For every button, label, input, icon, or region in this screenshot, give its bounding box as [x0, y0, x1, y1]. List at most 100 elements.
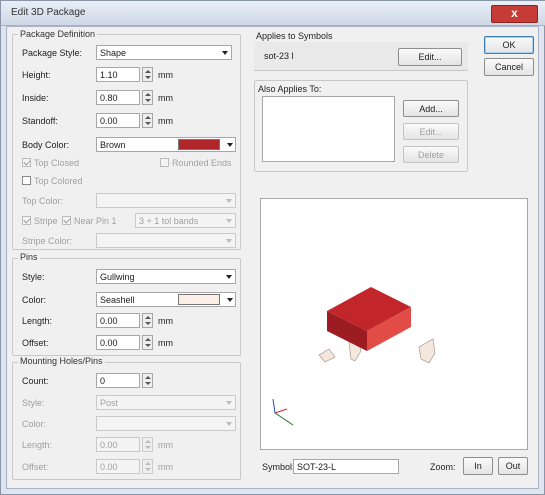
pin-lead-2 — [318, 348, 336, 363]
applies-to-label: Applies to Symbols — [256, 31, 333, 41]
mount-length-unit: mm — [158, 440, 173, 450]
symbol-label: Symbol: — [262, 462, 295, 472]
mount-offset-unit: mm — [158, 462, 173, 472]
mount-color-label: Color: — [22, 419, 47, 429]
package-3d-render — [272, 287, 436, 426]
top-color-label: Top Color: — [22, 196, 64, 206]
pin-length-spinner-icon[interactable] — [142, 313, 153, 328]
chevron-down-icon — [226, 219, 232, 223]
pin-style-select[interactable]: Gullwing — [96, 269, 236, 284]
mount-length-input[interactable]: 0.00 — [96, 437, 140, 452]
chevron-down-icon — [226, 239, 232, 243]
stripe-color-label: Stripe Color: — [22, 236, 73, 246]
inside-input[interactable]: 0.80 — [96, 90, 140, 105]
top-colored-label: Top Colored — [34, 176, 83, 186]
height-spinner-icon[interactable] — [142, 67, 153, 82]
standoff-unit: mm — [158, 116, 173, 126]
inside-label: Inside: — [22, 93, 49, 103]
standoff-label: Standoff: — [22, 116, 58, 126]
close-icon: x — [511, 6, 518, 20]
pin-color-label: Color: — [22, 295, 47, 305]
pin-length-label: Length: — [22, 316, 53, 326]
body-color-swatch — [178, 139, 220, 150]
pin-offset-label: Offset: — [22, 338, 49, 348]
pin-offset-input[interactable]: 0.00 — [96, 335, 140, 350]
package-style-value: Shape — [100, 48, 127, 58]
mount-length-spinner-icon[interactable] — [142, 437, 153, 452]
near-pin1-checkbox[interactable] — [62, 216, 71, 225]
chevron-down-icon — [226, 422, 232, 426]
pins-label: Pins — [18, 252, 40, 262]
mount-color-select[interactable] — [96, 416, 236, 431]
pin-lead-1 — [418, 338, 436, 364]
height-unit: mm — [158, 70, 173, 80]
pin-color-value: Seashell — [100, 295, 135, 305]
top-color-select[interactable] — [96, 193, 236, 208]
axis-x-icon — [274, 412, 294, 426]
pin-length-input[interactable]: 0.00 — [96, 313, 140, 328]
stripe-checkbox[interactable] — [22, 216, 31, 225]
also-applies-list[interactable] — [262, 96, 395, 162]
pin-offset-unit: mm — [158, 338, 173, 348]
standoff-spinner-icon[interactable] — [142, 113, 153, 128]
top-closed-checkbox[interactable] — [22, 158, 31, 167]
chevron-down-icon — [227, 298, 233, 302]
inside-spinner-icon[interactable] — [142, 90, 153, 105]
add-button[interactable]: Add... — [403, 100, 459, 117]
inside-unit: mm — [158, 93, 173, 103]
chevron-down-icon — [226, 401, 232, 405]
applies-edit-button[interactable]: Edit... — [398, 48, 462, 66]
zoom-in-button[interactable]: In — [463, 457, 493, 475]
pin-style-label: Style: — [22, 272, 45, 282]
zoom-out-button[interactable]: Out — [498, 457, 528, 475]
height-label: Height: — [22, 70, 51, 80]
bands-select[interactable]: 3 + 1 tol bands — [135, 213, 236, 228]
mount-count-spinner-icon[interactable] — [142, 373, 153, 388]
mount-offset-input[interactable]: 0.00 — [96, 459, 140, 474]
standoff-input[interactable]: 0.00 — [96, 113, 140, 128]
mount-offset-label: Offset: — [22, 462, 49, 472]
mounting-label: Mounting Holes/Pins — [18, 356, 105, 366]
chevron-down-icon — [227, 143, 233, 147]
close-button[interactable]: x — [491, 5, 538, 23]
mount-style-label: Style: — [22, 398, 45, 408]
delete-button[interactable]: Delete — [403, 146, 459, 163]
3d-preview-pane[interactable] — [260, 198, 528, 450]
package-style-select[interactable]: Shape — [96, 45, 232, 60]
body-color-value: Brown — [100, 140, 126, 150]
near-pin1-label: Near Pin 1 — [74, 216, 117, 226]
top-colored-checkbox[interactable] — [22, 176, 31, 185]
height-input[interactable]: 1.10 — [96, 67, 140, 82]
cancel-button[interactable]: Cancel — [484, 58, 534, 76]
pin-color-swatch — [178, 294, 220, 305]
axis-z-icon — [274, 408, 288, 414]
pin-offset-spinner-icon[interactable] — [142, 335, 153, 350]
mount-offset-spinner-icon[interactable] — [142, 459, 153, 474]
rounded-ends-label: Rounded Ends — [172, 158, 232, 168]
chevron-down-icon — [226, 275, 232, 279]
also-edit-button[interactable]: Edit... — [403, 123, 459, 140]
package-style-label: Package Style: — [22, 48, 83, 58]
applies-to-value: sot-23 l — [264, 51, 294, 61]
pin-style-value: Gullwing — [100, 272, 135, 282]
package-definition-label: Package Definition — [18, 29, 98, 39]
mount-count-label: Count: — [22, 376, 49, 386]
window-title: Edit 3D Package — [11, 7, 86, 18]
axis-y-icon — [272, 398, 276, 414]
title-bar: Edit 3D Package x — [1, 1, 545, 26]
mount-length-label: Length: — [22, 440, 53, 450]
chevron-down-icon — [226, 199, 232, 203]
symbol-field[interactable]: SOT-23-L — [293, 459, 399, 474]
top-closed-label: Top Closed — [34, 158, 80, 168]
ok-button[interactable]: OK — [484, 36, 534, 54]
chevron-down-icon — [222, 51, 228, 55]
mount-count-input[interactable]: 0 — [96, 373, 140, 388]
pin-length-unit: mm — [158, 316, 173, 326]
also-applies-label: Also Applies To: — [258, 84, 322, 94]
body-color-label: Body Color: — [22, 140, 70, 150]
mount-style-select[interactable]: Post — [96, 395, 236, 410]
stripe-color-select[interactable] — [96, 233, 236, 248]
mount-style-value: Post — [100, 398, 119, 408]
stripe-label: Stripe — [34, 216, 58, 226]
rounded-ends-checkbox[interactable] — [160, 158, 169, 167]
